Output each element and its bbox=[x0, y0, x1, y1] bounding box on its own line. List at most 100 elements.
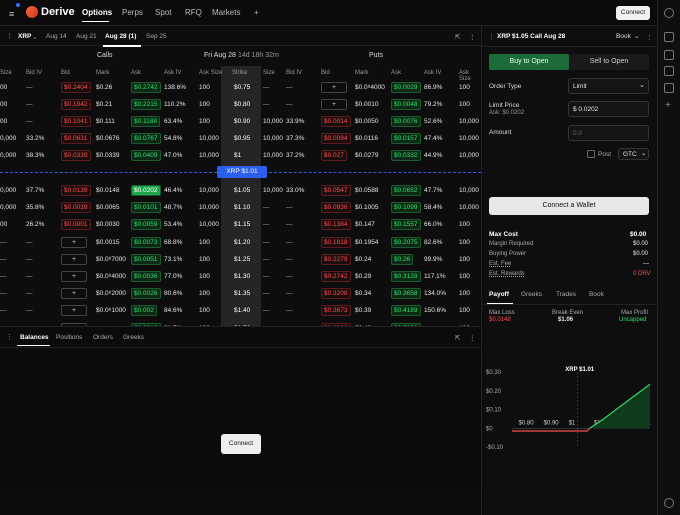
expiry-tab-sep25[interactable]: Sep 25 bbox=[146, 33, 167, 40]
c-bid-cell[interactable]: $0.0631 bbox=[61, 133, 91, 144]
p-bid-cell[interactable]: $0.2279 bbox=[321, 254, 351, 265]
p-ask-cell[interactable]: $0.26 bbox=[391, 254, 414, 265]
expand-icon[interactable]: ⇱ bbox=[455, 33, 460, 41]
list-icon[interactable] bbox=[664, 83, 674, 93]
tab-positions[interactable]: Positions bbox=[56, 334, 82, 341]
p-bid-cell[interactable]: $0.0936 bbox=[321, 202, 351, 213]
p-bid-cell[interactable]: $0.2742 bbox=[321, 271, 351, 282]
drag-handle-icon[interactable]: ⋮ bbox=[488, 33, 495, 41]
add-bid-button[interactable]: + bbox=[61, 271, 87, 282]
p-ask-cell[interactable]: $0.4189 bbox=[391, 305, 421, 316]
p-ask-cell[interactable]: $0.0332 bbox=[391, 150, 421, 161]
c-ask-cell[interactable]: $0.002 bbox=[131, 305, 157, 316]
asset-selector[interactable]: XRP bbox=[18, 33, 31, 40]
expand-icon[interactable]: ⇱ bbox=[455, 334, 460, 342]
nav-spot[interactable]: Spot bbox=[155, 8, 171, 17]
more-icon[interactable]: ⋮ bbox=[469, 334, 476, 342]
c-ask-cell[interactable]: $0.0767 bbox=[131, 133, 161, 144]
p-ask-cell[interactable]: $0.0652 bbox=[391, 185, 421, 196]
p-ask-cell[interactable]: $0.0157 bbox=[391, 133, 421, 144]
nav-markets[interactable]: Markets bbox=[212, 8, 240, 17]
p-ask-cell[interactable]: $0.1557 bbox=[391, 219, 421, 230]
amount-input[interactable]: 0.0 bbox=[568, 125, 649, 141]
chain-row[interactable]: 00 26.2% $0.0001 $0.0030 $0.0059 53.4% 10,000 $… bbox=[0, 216, 481, 234]
chain-row[interactable]: — — + $0.0015 $0.0073 68.8% 100 $1.20 — — $0.1818 $… bbox=[0, 234, 481, 252]
chain-row[interactable]: 00 — $0.2404 $0.26 $0.2742 138.6% 100 $0.75 — — + $… bbox=[0, 79, 481, 97]
connect-button[interactable]: Connect bbox=[616, 6, 650, 20]
sparkle-icon[interactable] bbox=[664, 8, 674, 18]
p-bid-cell[interactable]: $0.1384 bbox=[321, 219, 351, 230]
nav-perps[interactable]: Perps bbox=[122, 8, 143, 17]
p-bid-cell[interactable]: $0.3673 bbox=[321, 305, 351, 316]
c-ask-cell[interactable]: $0.0036 bbox=[131, 271, 161, 282]
add-bid-button[interactable]: + bbox=[61, 288, 87, 299]
chat-icon[interactable] bbox=[664, 32, 674, 42]
tab-greeks[interactable]: Greeks bbox=[123, 334, 144, 341]
tab-balances[interactable]: Balances bbox=[20, 334, 49, 341]
chain-row[interactable]: 0,000 38.3% $0.0339 $0.0339 $0.0409 47.0% 10,0… bbox=[0, 147, 481, 165]
p-ask-cell[interactable]: $0.3128 bbox=[391, 271, 421, 282]
book-selector[interactable]: Book bbox=[616, 33, 631, 40]
c-ask-cell[interactable]: $0.2215 bbox=[131, 99, 161, 110]
tab-orders[interactable]: Orders bbox=[93, 334, 113, 341]
nav-options[interactable]: Options bbox=[82, 8, 112, 17]
c-ask-cell[interactable]: $0.0202 bbox=[131, 185, 161, 196]
c-ask-cell[interactable]: $0.0059 bbox=[131, 219, 161, 230]
chain-row[interactable]: 00 — $0.1041 $0.111 $0.1188 63.4% 100 $0.90 10,0… bbox=[0, 113, 481, 131]
p-ask-cell[interactable]: $0.0029 bbox=[391, 82, 421, 93]
chain-row[interactable]: — — + $0.0⁸7000 $0.0051 73.1% 100 $1.25 — — $0.227… bbox=[0, 251, 481, 269]
limit-price-input[interactable]: $ 0.0202 bbox=[568, 101, 649, 117]
p-ask-cell[interactable]: $0.2075 bbox=[391, 237, 421, 248]
tab-trades[interactable]: Trades bbox=[556, 291, 576, 298]
add-bid-button[interactable]: + bbox=[61, 237, 87, 248]
balances-connect-button[interactable]: Connect bbox=[221, 434, 261, 454]
c-bid-cell[interactable]: $0.1041 bbox=[61, 116, 91, 127]
chain-row[interactable]: 00 — $0.1942 $0.21 $0.2215 110.2% 100 $0.80 — — + $… bbox=[0, 96, 481, 114]
chevron-down-icon[interactable]: ⌄ bbox=[32, 33, 37, 41]
add-bid-button[interactable]: + bbox=[321, 82, 347, 93]
c-ask-cell[interactable]: $0.1188 bbox=[131, 116, 161, 127]
add-bid-button[interactable]: + bbox=[61, 305, 87, 316]
nav-rfq[interactable]: RFQ bbox=[185, 8, 202, 17]
more-icon[interactable]: ⋮ bbox=[646, 33, 653, 41]
wallet-icon[interactable] bbox=[664, 66, 674, 76]
order-type-select[interactable]: Limit ⌄ bbox=[568, 78, 649, 94]
menu-icon[interactable]: ≡ bbox=[9, 9, 14, 19]
more-icon[interactable]: ⋮ bbox=[469, 33, 476, 41]
brand-name[interactable]: Derive bbox=[41, 6, 75, 18]
c-ask-cell[interactable]: $0.2742 bbox=[131, 82, 161, 93]
ask-hint[interactable]: Ask: $0.0202 bbox=[489, 110, 524, 116]
buy-to-open-button[interactable]: Buy to Open bbox=[489, 54, 569, 70]
tab-book[interactable]: Book bbox=[589, 291, 604, 298]
sell-to-open-button[interactable]: Sell to Open bbox=[569, 54, 649, 70]
chain-row[interactable]: 0,000 37.7% $0.0139 $0.0148 $0.0202 46.4% 10,0… bbox=[0, 182, 481, 200]
chain-row[interactable]: — — + $0.0⁸2000 $0.0026 80.6% 100 $1.35 — — $0.320… bbox=[0, 285, 481, 303]
p-ask-cell[interactable]: $0.0048 bbox=[391, 99, 421, 110]
expiry-tab-aug28[interactable]: Aug 28 (1) bbox=[105, 33, 136, 40]
c-bid-cell[interactable]: $0.2404 bbox=[61, 82, 91, 93]
p-bid-cell[interactable]: $0.0014 bbox=[321, 116, 351, 127]
p-bid-cell[interactable]: $0.0547 bbox=[321, 185, 351, 196]
c-bid-cell[interactable]: $0.1942 bbox=[61, 99, 91, 110]
tif-select[interactable]: GTC ⌄ bbox=[618, 148, 649, 160]
chevron-down-icon[interactable]: ⌄ bbox=[634, 32, 639, 40]
p-bid-cell[interactable]: $0.0094 bbox=[321, 133, 351, 144]
add-bid-button[interactable]: + bbox=[61, 254, 87, 265]
tab-greeks[interactable]: Greeks bbox=[521, 291, 542, 298]
connect-wallet-button[interactable]: Connect a Wallet bbox=[489, 197, 649, 215]
c-bid-cell[interactable]: $0.0001 bbox=[61, 219, 91, 230]
c-ask-cell[interactable]: $0.0101 bbox=[131, 202, 161, 213]
drag-handle-icon[interactable]: ⋮ bbox=[6, 32, 13, 40]
chain-row[interactable]: — — + $0.0⁸1000 $0.002 84.6% 100 $1.40 — — $0.3673… bbox=[0, 302, 481, 320]
p-bid-cell[interactable]: $0.1818 bbox=[321, 237, 351, 248]
chain-row[interactable]: 0,000 33.2% $0.0631 $0.0676 $0.0767 54.8% 10,0… bbox=[0, 130, 481, 148]
p-bid-cell[interactable]: $0.3208 bbox=[321, 288, 351, 299]
drag-handle-icon[interactable]: ⋮ bbox=[6, 333, 13, 341]
c-ask-cell[interactable]: $0.0051 bbox=[131, 254, 161, 265]
add-bid-button[interactable]: + bbox=[321, 99, 347, 110]
settings-icon[interactable] bbox=[664, 498, 674, 508]
chain-row[interactable]: — — + $0.0⁸4000 $0.0036 77.0% 100 $1.30 — — $0.274… bbox=[0, 268, 481, 286]
expiry-tab-aug14[interactable]: Aug 14 bbox=[46, 33, 67, 40]
c-ask-cell[interactable]: $0.0073 bbox=[131, 237, 161, 248]
nav-plus-icon[interactable]: + bbox=[254, 8, 259, 17]
